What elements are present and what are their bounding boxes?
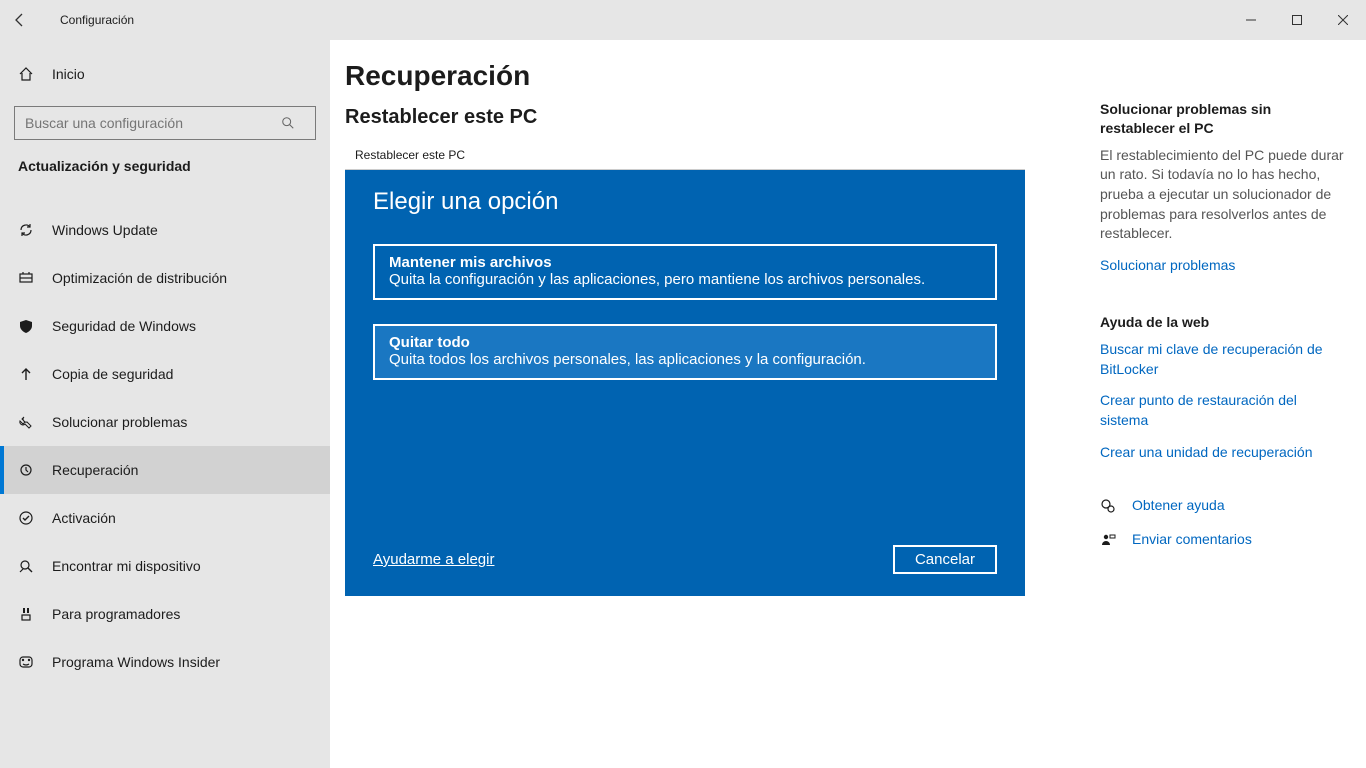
activation-icon bbox=[18, 510, 38, 526]
option-remove-desc: Quita todos los archivos personales, las… bbox=[389, 351, 981, 368]
sidebar-item-recovery[interactable]: Recuperación bbox=[0, 446, 330, 494]
sidebar-item-label: Windows Update bbox=[52, 222, 158, 238]
sidebar-item-windows-security[interactable]: Seguridad de Windows bbox=[0, 302, 330, 350]
sidebar-item-windows-update[interactable]: Windows Update bbox=[0, 206, 330, 254]
option-keep-desc: Quita la configuración y las aplicacione… bbox=[389, 271, 981, 288]
sidebar-item-label: Para programadores bbox=[52, 606, 180, 622]
minimize-button[interactable] bbox=[1228, 0, 1274, 40]
insider-icon bbox=[18, 654, 38, 670]
sidebar-group-header: Actualización y seguridad bbox=[0, 158, 330, 184]
delivery-icon bbox=[18, 270, 38, 286]
sidebar-item-windows-insider[interactable]: Programa Windows Insider bbox=[0, 638, 330, 686]
help-section2-title: Ayuda de la web bbox=[1100, 313, 1344, 332]
backup-icon bbox=[18, 366, 38, 382]
search-input[interactable] bbox=[15, 115, 281, 131]
page-title: Recuperación bbox=[345, 60, 1366, 92]
help-link-bitlocker[interactable]: Buscar mi clave de recuperación de BitLo… bbox=[1100, 340, 1344, 379]
titlebar: Configuración bbox=[0, 0, 1366, 40]
sidebar: Inicio Actualización y seguridad Windows… bbox=[0, 40, 330, 768]
sidebar-item-label: Copia de seguridad bbox=[52, 366, 173, 382]
dialog-footer: Ayudarme a elegir Cancelar bbox=[373, 545, 997, 574]
reset-pc-dialog: Restablecer este PC Elegir una opción Ma… bbox=[345, 142, 1025, 596]
back-button[interactable] bbox=[0, 0, 40, 40]
option-remove-everything[interactable]: Quitar todo Quita todos los archivos per… bbox=[373, 324, 997, 380]
home-icon bbox=[18, 66, 38, 82]
sidebar-item-label: Seguridad de Windows bbox=[52, 318, 196, 334]
dialog-heading: Elegir una opción bbox=[373, 188, 997, 216]
sidebar-item-delivery-optimization[interactable]: Optimización de distribución bbox=[0, 254, 330, 302]
shield-icon bbox=[18, 318, 38, 334]
sidebar-item-label: Encontrar mi dispositivo bbox=[52, 558, 201, 574]
option-keep-files[interactable]: Mantener mis archivos Quita la configura… bbox=[373, 244, 997, 300]
option-remove-title: Quitar todo bbox=[389, 334, 981, 351]
feedback-link[interactable]: Enviar comentarios bbox=[1132, 530, 1252, 550]
sidebar-item-label: Activación bbox=[52, 510, 116, 526]
developer-icon bbox=[18, 606, 38, 622]
search-box[interactable] bbox=[14, 106, 316, 140]
help-section1-body: El restablecimiento del PC puede durar u… bbox=[1100, 146, 1344, 244]
sidebar-item-label: Programa Windows Insider bbox=[52, 654, 220, 670]
sidebar-item-for-developers[interactable]: Para programadores bbox=[0, 590, 330, 638]
sidebar-item-label: Optimización de distribución bbox=[52, 270, 227, 286]
maximize-button[interactable] bbox=[1274, 0, 1320, 40]
recovery-icon bbox=[18, 462, 38, 478]
help-link-restore-point[interactable]: Crear punto de restauración del sistema bbox=[1100, 391, 1344, 430]
window-title: Configuración bbox=[60, 13, 134, 27]
sidebar-item-find-my-device[interactable]: Encontrar mi dispositivo bbox=[0, 542, 330, 590]
help-pane: Solucionar problemas sin restablecer el … bbox=[1100, 100, 1344, 549]
dialog-body: Elegir una opción Mantener mis archivos … bbox=[345, 170, 1025, 596]
get-help-link[interactable]: Obtener ayuda bbox=[1132, 496, 1225, 516]
find-device-icon bbox=[18, 558, 38, 574]
search-icon bbox=[281, 116, 315, 130]
get-help-icon bbox=[1100, 498, 1122, 514]
close-button[interactable] bbox=[1320, 0, 1366, 40]
sidebar-item-label: Recuperación bbox=[52, 462, 138, 478]
sidebar-home[interactable]: Inicio bbox=[0, 54, 330, 94]
dialog-window-title: Restablecer este PC bbox=[345, 142, 1025, 170]
sync-icon bbox=[18, 222, 38, 238]
sidebar-item-backup[interactable]: Copia de seguridad bbox=[0, 350, 330, 398]
feedback-icon bbox=[1100, 532, 1122, 548]
help-section1-title: Solucionar problemas sin restablecer el … bbox=[1100, 100, 1344, 138]
cancel-button[interactable]: Cancelar bbox=[893, 545, 997, 574]
sidebar-item-label: Solucionar problemas bbox=[52, 414, 187, 430]
sidebar-item-activation[interactable]: Activación bbox=[0, 494, 330, 542]
option-keep-title: Mantener mis archivos bbox=[389, 254, 981, 271]
help-troubleshoot-link[interactable]: Solucionar problemas bbox=[1100, 256, 1344, 276]
troubleshoot-icon bbox=[18, 414, 38, 430]
window-controls bbox=[1228, 0, 1366, 40]
help-link-recovery-drive[interactable]: Crear una unidad de recuperación bbox=[1100, 443, 1344, 463]
sidebar-item-troubleshoot[interactable]: Solucionar problemas bbox=[0, 398, 330, 446]
help-me-choose-link[interactable]: Ayudarme a elegir bbox=[373, 551, 494, 568]
sidebar-home-label: Inicio bbox=[52, 66, 85, 82]
